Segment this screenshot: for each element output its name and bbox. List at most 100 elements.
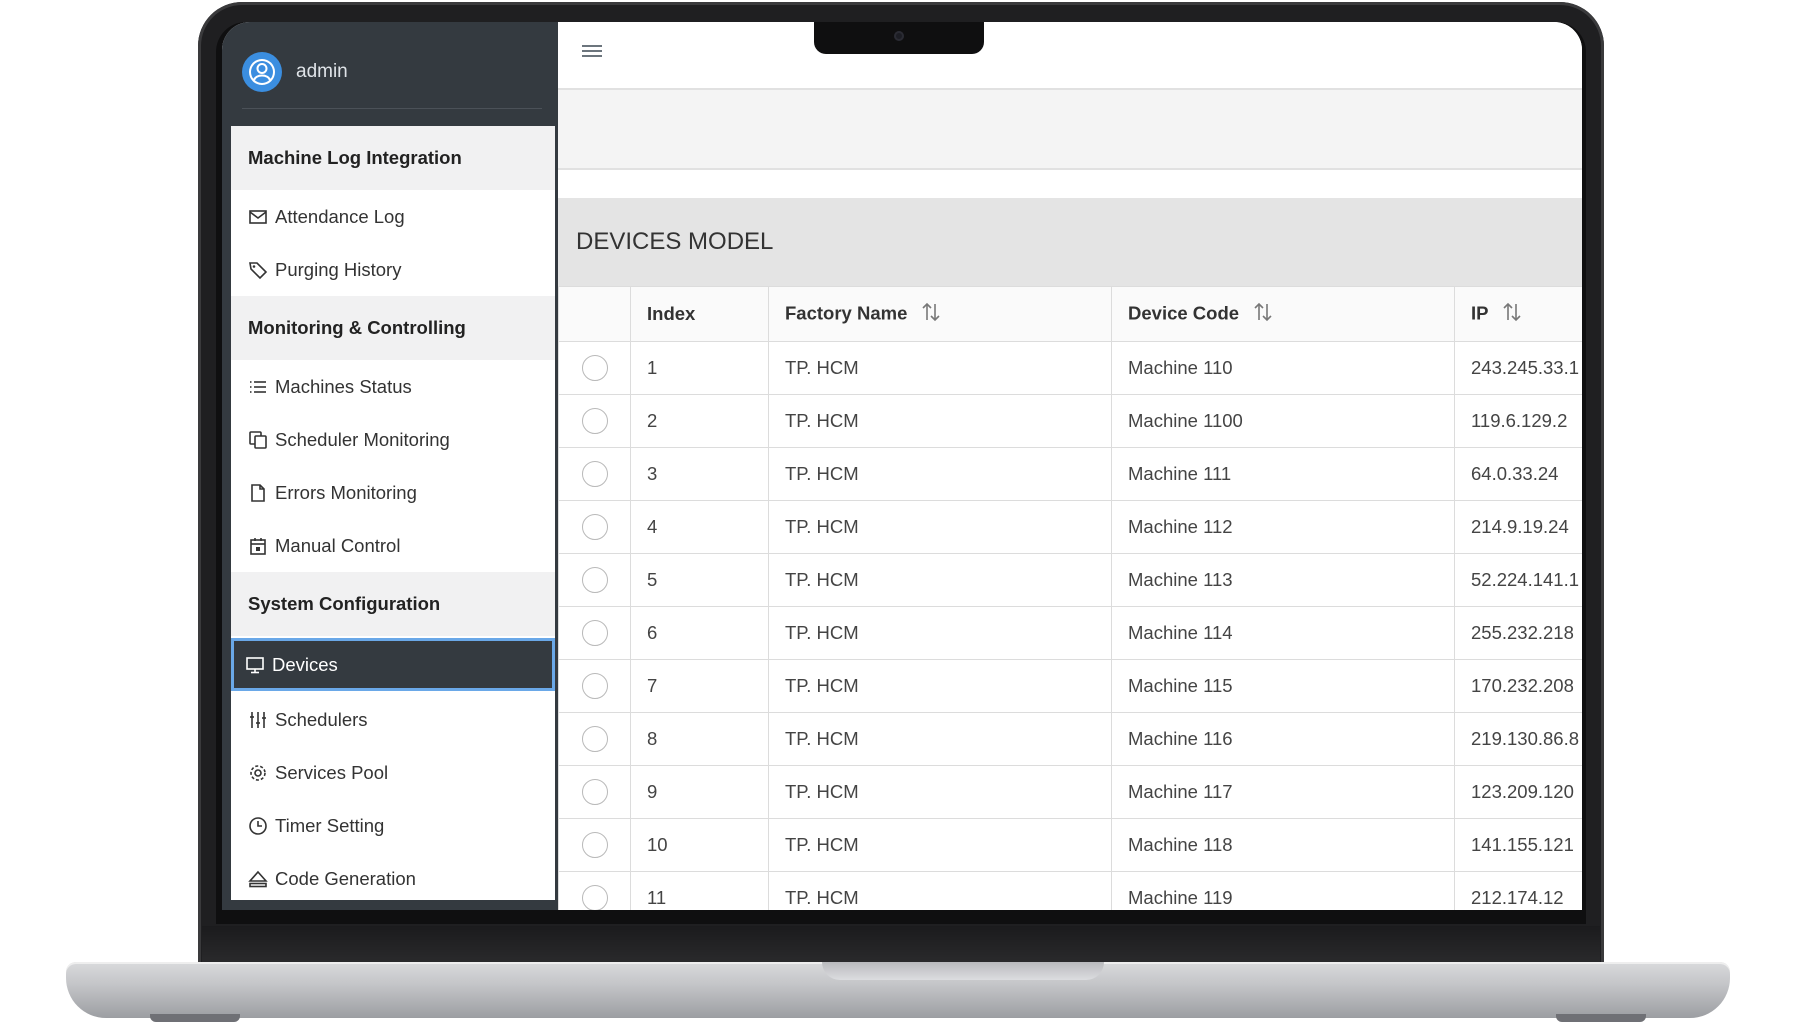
hamburger-menu-icon[interactable] bbox=[582, 42, 602, 62]
sidebar-item-label: Scheduler Monitoring bbox=[275, 428, 450, 450]
sort-icon[interactable] bbox=[1253, 302, 1273, 327]
cell-factory-name: TP. HCM bbox=[768, 871, 1112, 910]
user-name: admin bbox=[296, 61, 348, 82]
table-row[interactable]: 2 TP. HCM Machine 1100 119.6.129.2 bbox=[558, 394, 1582, 448]
sidebar-item-services-pool[interactable]: Services Pool bbox=[231, 746, 555, 799]
menu-group-title: System Configuration bbox=[231, 572, 555, 636]
tag-icon bbox=[249, 261, 268, 279]
cell-factory-name: TP. HCM bbox=[768, 712, 1112, 766]
clock-icon bbox=[249, 816, 267, 835]
row-select-cell bbox=[558, 447, 631, 501]
row-select-cell bbox=[558, 765, 631, 819]
cell-device-code: Machine 115 bbox=[1111, 659, 1455, 713]
laptop-base bbox=[66, 962, 1730, 1018]
user-avatar-icon bbox=[242, 52, 282, 92]
sidebar-menu: Machine Log Integration Attendance Log P… bbox=[231, 126, 555, 900]
table-row[interactable]: 6 TP. HCM Machine 114 255.232.218 bbox=[558, 606, 1582, 660]
file-icon bbox=[251, 483, 265, 502]
row-select-cell bbox=[558, 341, 631, 395]
section-header: DEVICES MODEL bbox=[558, 198, 1582, 286]
sidebar-item-label: Machines Status bbox=[275, 375, 412, 397]
row-select-radio[interactable] bbox=[581, 355, 608, 381]
cell-device-code: Machine 113 bbox=[1111, 553, 1455, 607]
laptop-foot bbox=[1556, 1014, 1646, 1022]
row-select-radio[interactable] bbox=[581, 408, 608, 434]
sidebar-item-label: Errors Monitoring bbox=[275, 481, 417, 503]
camera-notch bbox=[814, 22, 984, 54]
user-profile[interactable]: admin bbox=[242, 36, 542, 109]
row-select-cell bbox=[558, 659, 631, 713]
main-content: DEVICES MODEL Index Factory Name Device … bbox=[558, 22, 1582, 910]
gear-icon bbox=[250, 764, 266, 781]
table-row[interactable]: 10 TP. HCM Machine 118 141.155.121 bbox=[558, 818, 1582, 872]
sidebar-item-label: Devices bbox=[272, 653, 338, 675]
sidebar-item-label: Schedulers bbox=[275, 708, 368, 730]
row-select-radio[interactable] bbox=[581, 779, 608, 805]
cell-device-code: Machine 119 bbox=[1111, 871, 1455, 910]
row-select-radio[interactable] bbox=[581, 832, 608, 858]
menu-group-title: Monitoring & Controlling bbox=[231, 296, 555, 360]
envelope-icon bbox=[249, 209, 267, 224]
cell-ip: 243.245.33.1 bbox=[1454, 341, 1582, 395]
row-select-cell bbox=[558, 394, 631, 448]
cell-device-code: Machine 111 bbox=[1111, 447, 1455, 501]
row-select-radio[interactable] bbox=[581, 461, 608, 487]
row-select-cell bbox=[558, 712, 631, 766]
sidebar-item-timer-setting[interactable]: Timer Setting bbox=[231, 799, 555, 852]
cell-ip: 52.224.141.1 bbox=[1454, 553, 1582, 607]
sidebar-item-label: Code Generation bbox=[275, 867, 416, 889]
sidebar-item-attendance-log[interactable]: Attendance Log bbox=[231, 190, 555, 243]
cell-ip: 212.174.12 bbox=[1454, 871, 1582, 910]
sidebar-item-errors-monitoring[interactable]: Errors Monitoring bbox=[231, 466, 555, 519]
sidebar-item-label: Timer Setting bbox=[275, 814, 385, 836]
cell-factory-name: TP. HCM bbox=[768, 341, 1112, 395]
sidebar-item-code-generation[interactable]: Code Generation bbox=[231, 852, 555, 900]
sidebar-item-machines-status[interactable]: Machines Status bbox=[231, 360, 555, 413]
cell-factory-name: TP. HCM bbox=[768, 659, 1112, 713]
column-header-ip[interactable]: IP bbox=[1454, 286, 1582, 342]
row-select-radio[interactable] bbox=[581, 885, 608, 910]
sidebar-item-scheduler-monitoring[interactable]: Scheduler Monitoring bbox=[231, 413, 555, 466]
cell-factory-name: TP. HCM bbox=[768, 447, 1112, 501]
table-row[interactable]: 7 TP. HCM Machine 115 170.232.208 bbox=[558, 659, 1582, 713]
column-header-factory-name[interactable]: Factory Name bbox=[768, 286, 1112, 342]
table-row[interactable]: 3 TP. HCM Machine 111 64.0.33.24 bbox=[558, 447, 1582, 501]
row-select-cell bbox=[558, 818, 631, 872]
column-header-device-code[interactable]: Device Code bbox=[1111, 286, 1455, 342]
table-row[interactable]: 5 TP. HCM Machine 113 52.224.141.1 bbox=[558, 553, 1582, 607]
sidebar-item-devices[interactable]: Devices bbox=[231, 638, 555, 691]
sidebar-item-manual-control[interactable]: Manual Control bbox=[231, 519, 555, 572]
row-select-radio[interactable] bbox=[581, 567, 608, 593]
laptop-foot bbox=[150, 1014, 240, 1022]
row-select-radio[interactable] bbox=[581, 726, 608, 752]
cell-index: 5 bbox=[630, 553, 769, 607]
list-icon bbox=[250, 380, 266, 393]
cell-index: 11 bbox=[630, 871, 769, 910]
row-select-cell bbox=[558, 871, 631, 910]
cell-factory-name: TP. HCM bbox=[768, 500, 1112, 554]
cell-factory-name: TP. HCM bbox=[768, 394, 1112, 448]
table-row[interactable]: 9 TP. HCM Machine 117 123.209.120 bbox=[558, 765, 1582, 819]
row-select-radio[interactable] bbox=[581, 514, 608, 540]
cell-index: 1 bbox=[630, 341, 769, 395]
sidebar-item-label: Manual Control bbox=[275, 534, 401, 556]
sort-icon[interactable] bbox=[921, 302, 941, 327]
camera-icon bbox=[894, 31, 904, 41]
cell-ip: 170.232.208 bbox=[1454, 659, 1582, 713]
cell-ip: 214.9.19.24 bbox=[1454, 500, 1582, 554]
table-row[interactable]: 1 TP. HCM Machine 110 243.245.33.1 bbox=[558, 341, 1582, 395]
row-select-radio[interactable] bbox=[581, 620, 608, 646]
top-bar bbox=[558, 22, 1582, 90]
table-row[interactable]: 8 TP. HCM Machine 116 219.130.86.8 bbox=[558, 712, 1582, 766]
sort-icon[interactable] bbox=[1502, 302, 1522, 327]
cell-index: 8 bbox=[630, 712, 769, 766]
sidebar-item-schedulers[interactable]: Schedulers bbox=[231, 693, 555, 746]
select-column-header bbox=[558, 286, 631, 342]
copy-icon bbox=[249, 430, 267, 449]
cell-ip: 123.209.120 bbox=[1454, 765, 1582, 819]
menu-group-title: Machine Log Integration bbox=[231, 126, 555, 190]
sidebar-item-purging-history[interactable]: Purging History bbox=[231, 243, 555, 296]
table-row[interactable]: 4 TP. HCM Machine 112 214.9.19.24 bbox=[558, 500, 1582, 554]
table-row[interactable]: 11 TP. HCM Machine 119 212.174.12 bbox=[558, 871, 1582, 910]
row-select-radio[interactable] bbox=[581, 673, 608, 699]
